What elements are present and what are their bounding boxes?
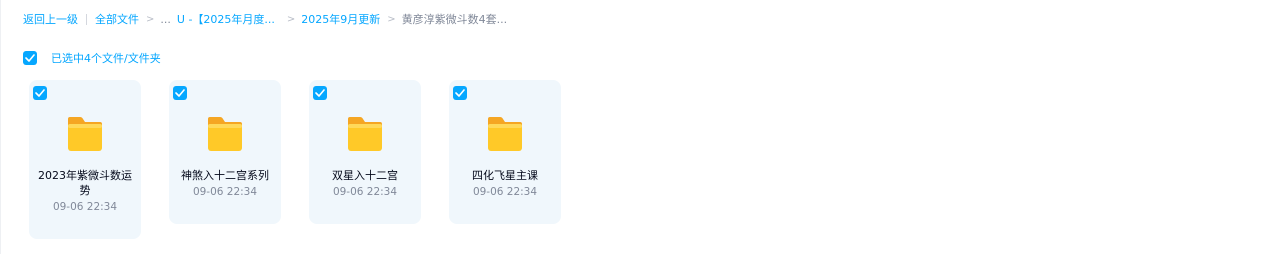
folder-name: 四化飞星主课 — [472, 169, 538, 182]
checkmark-icon — [455, 89, 465, 97]
folder-checkbox[interactable] — [173, 86, 187, 100]
folder-card[interactable]: 双星入十二宫 09-06 22:34 — [309, 80, 421, 224]
folder-modified-time: 09-06 22:34 — [472, 186, 538, 198]
checkmark-icon — [25, 53, 35, 62]
folder-name: 2023年紫微斗数运势 — [38, 169, 132, 197]
checkmark-icon — [175, 89, 185, 97]
file-browser-page: 返回上一级 全部文件 > ... U -【2025年月度... > 2025年9… — [0, 0, 1263, 254]
selection-count-label: 已选中4个文件/文件夹 — [51, 51, 161, 65]
folder-card[interactable]: 神煞入十二宫系列 09-06 22:34 — [169, 80, 281, 224]
folder-modified-time: 09-06 22:34 — [52, 201, 118, 213]
selection-bar: 已选中4个文件/文件夹 — [23, 50, 161, 65]
select-all-checkbox[interactable] — [23, 50, 37, 65]
breadcrumb-folder-monthly[interactable]: U -【2025年月度... — [177, 11, 275, 27]
folder-icon — [348, 117, 382, 151]
back-link[interactable]: 返回上一级 — [23, 11, 78, 27]
folder-name: 神煞入十二宫系列 — [181, 169, 269, 182]
breadcrumb-folder-september[interactable]: 2025年9月更新 — [301, 11, 380, 27]
folder-checkbox[interactable] — [313, 86, 327, 100]
folder-icon — [68, 117, 102, 151]
breadcrumb-current-folder: 黄彦淳紫微斗数4套... — [401, 13, 508, 26]
folder-checkbox[interactable] — [33, 86, 47, 100]
breadcrumb-all-files[interactable]: 全部文件 — [95, 11, 139, 27]
folder-icon — [208, 117, 242, 151]
folder-icon — [488, 117, 522, 151]
folder-modified-time: 09-06 22:34 — [192, 186, 258, 198]
folder-modified-time: 09-06 22:34 — [332, 186, 398, 198]
folder-card[interactable]: 2023年紫微斗数运势 09-06 22:34 — [29, 80, 141, 239]
breadcrumb-separator: > — [146, 13, 155, 25]
checkmark-icon — [35, 89, 45, 97]
folder-checkbox[interactable] — [453, 86, 467, 100]
breadcrumb: 返回上一级 全部文件 > ... U -【2025年月度... > 2025年9… — [23, 11, 507, 27]
checkmark-icon — [315, 89, 325, 97]
folder-card[interactable]: 四化飞星主课 09-06 22:34 — [449, 80, 561, 224]
breadcrumb-separator: > — [286, 13, 296, 25]
breadcrumb-divider — [86, 13, 87, 25]
folder-name: 双星入十二宫 — [332, 169, 398, 182]
breadcrumb-ellipsis[interactable]: ... — [160, 13, 171, 26]
breadcrumb-separator: > — [387, 13, 396, 25]
